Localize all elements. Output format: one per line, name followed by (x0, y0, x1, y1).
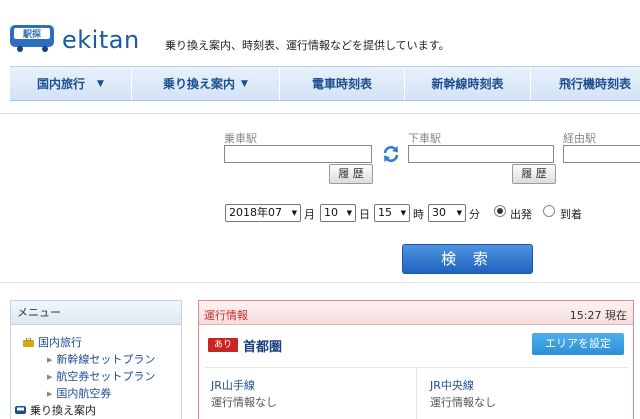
day-unit: 日 (359, 208, 370, 221)
train-icon (15, 406, 26, 414)
line-name-yamanote[interactable]: JR山手線 (211, 377, 255, 393)
line-status-chuo: 運行情報なし (430, 396, 496, 409)
caret-down-icon: ▼ (97, 78, 104, 89)
arrive-label: 到着 (560, 208, 582, 221)
hour-value: 15 (378, 206, 392, 219)
hour-select[interactable]: 15 ▼ (374, 204, 410, 222)
bullet-triangle-icon: ▶ (47, 390, 53, 398)
year-month-select[interactable]: 2018年07 ▼ (225, 204, 301, 222)
menu-item-domestic-air-ticket[interactable]: ▶ 国内航空券 (47, 385, 111, 401)
nav-item-label: 新幹線時刻表 (431, 77, 504, 91)
menu-item-air-ticket-set-plan[interactable]: ▶ 航空券セットプラン (47, 368, 155, 384)
from-station-input[interactable] (224, 145, 372, 163)
menu-item-label: 航空券セットプラン (56, 370, 156, 383)
minute-unit: 分 (469, 208, 480, 221)
logo-badge-text: 駅探 (23, 28, 42, 40)
nav-item-label: 乗り換え案内 (163, 77, 236, 91)
month-unit: 月 (304, 208, 315, 221)
logo-wordmark[interactable]: ekitan (62, 26, 140, 54)
to-station-label: 下車駅 (408, 132, 441, 145)
dropdown-arrow-icon: ▼ (400, 209, 406, 217)
to-station-input[interactable] (408, 145, 554, 163)
site-tagline: 乗り換え案内、時刻表、運行情報などを提供しています。 (165, 39, 450, 52)
site-header: 駅探 ekitan 乗り換え案内、時刻表、運行情報などを提供しています。 (0, 0, 640, 62)
service-info-header: 運行情報 15:27 現在 (199, 301, 633, 325)
set-area-button[interactable]: エリアを設定 (532, 333, 624, 355)
dropdown-arrow-icon: ▼ (456, 209, 462, 217)
nav-item-label: 飛行機時刻表 (559, 77, 632, 91)
from-history-button[interactable]: 履 歴 (329, 164, 373, 184)
nav-item-train-timetable[interactable]: 電車時刻表 (280, 67, 405, 100)
menu-title: メニュー (11, 301, 181, 325)
bullet-triangle-icon: ▶ (47, 356, 53, 364)
service-info-title: 運行情報 (204, 309, 248, 322)
divider (205, 367, 629, 368)
depart-radio[interactable] (494, 205, 506, 217)
main-nav: 国内旅行 ▼ 乗り換え案内 ▼ 電車時刻表 新幹線時刻表 飛行機時刻表 (10, 66, 640, 101)
nav-item-transfer-guide[interactable]: 乗り換え案内 ▼ (132, 67, 280, 100)
day-select[interactable]: 10 ▼ (320, 204, 356, 222)
nav-item-label: 電車時刻表 (311, 77, 372, 91)
nav-item-shinkansen-timetable[interactable]: 新幹線時刻表 (405, 67, 531, 100)
service-info-time: 15:27 現在 (569, 309, 627, 322)
nav-item-flight-timetable[interactable]: 飛行機時刻表 (531, 67, 640, 100)
divider (0, 113, 640, 114)
to-history-button[interactable]: 履 歴 (512, 164, 556, 184)
line-name-chuo[interactable]: JR中央線 (430, 377, 474, 393)
menu-item-label: 国内航空券 (56, 387, 112, 400)
menu-category-domestic-travel[interactable]: 国内旅行 (23, 334, 82, 350)
from-station-label: 乗車駅 (224, 132, 257, 145)
depart-label: 出発 (510, 208, 532, 221)
dropdown-arrow-icon: ▼ (291, 209, 297, 217)
line-status-yamanote: 運行情報なし (211, 396, 277, 409)
via-station-label: 経由駅 (563, 132, 596, 145)
menu-category-label: 国内旅行 (38, 336, 82, 349)
suitcase-icon (23, 338, 34, 347)
menu-category-label: 乗り換え案内 (30, 404, 96, 417)
bullet-triangle-icon: ▶ (47, 373, 53, 381)
minute-select[interactable]: 30 ▼ (428, 204, 466, 222)
swap-stations-icon[interactable] (381, 144, 401, 164)
caret-down-icon: ▼ (241, 78, 248, 89)
arrive-radio[interactable] (543, 205, 555, 217)
ekitan-logo-icon[interactable]: 駅探 (8, 22, 58, 52)
nav-item-domestic-travel[interactable]: 国内旅行 ▼ (10, 67, 132, 100)
service-info-panel: 運行情報 15:27 現在 あり 首都圏 エリアを設定 JR山手線 運行情報なし… (198, 300, 634, 419)
menu-category-transfer-guide[interactable]: 乗り換え案内 (15, 402, 96, 418)
via-station-input[interactable] (563, 145, 640, 163)
year-month-value: 2018年07 (229, 206, 282, 219)
search-button[interactable]: 検 索 (402, 244, 533, 274)
dropdown-arrow-icon: ▼ (346, 209, 352, 217)
menu-item-label: 新幹線セットプラン (56, 353, 156, 366)
day-value: 10 (324, 206, 338, 219)
divider (0, 282, 640, 283)
nav-item-label: 国内旅行 (37, 77, 86, 91)
side-menu: メニュー 国内旅行 ▶ 新幹線セットプラン ▶ 航空券セットプラン ▶ 国内航空券 乗… (10, 300, 182, 419)
divider (416, 368, 417, 419)
minute-value: 30 (432, 206, 446, 219)
alert-badge: あり (208, 338, 238, 352)
menu-item-shinkansen-set-plan[interactable]: ▶ 新幹線セットプラン (47, 351, 155, 367)
region-name[interactable]: 首都圏 (243, 336, 282, 355)
hour-unit: 時 (413, 208, 424, 221)
